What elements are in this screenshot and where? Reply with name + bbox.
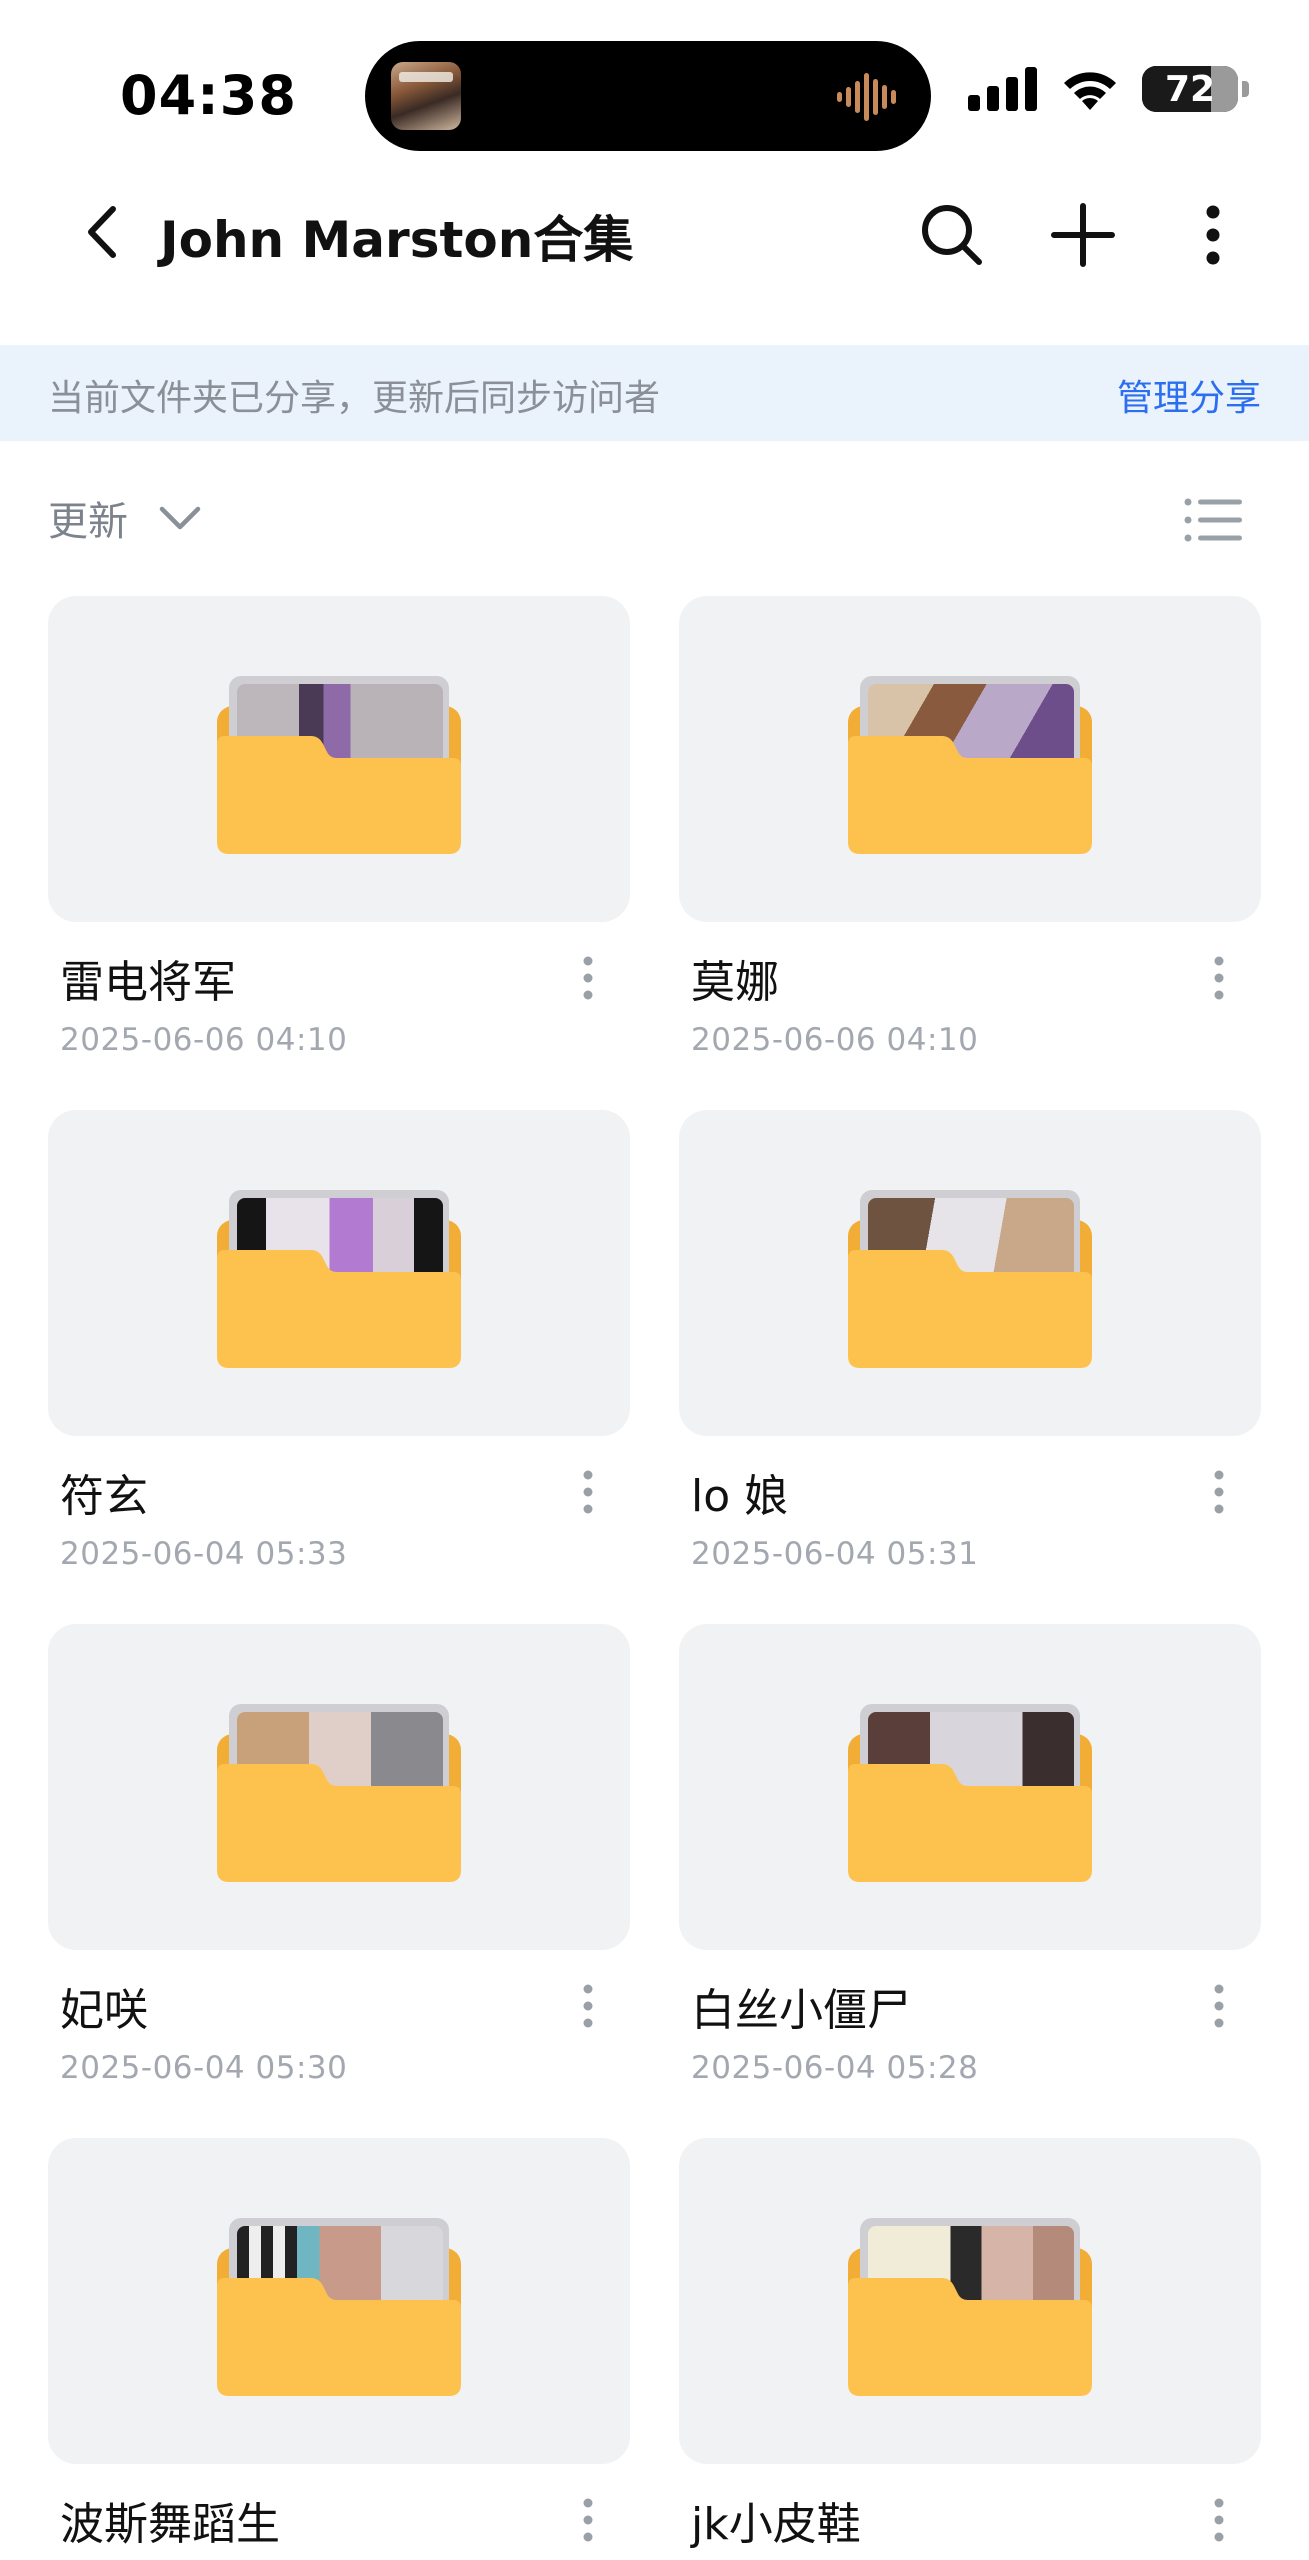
battery-percentage: 72 (1164, 68, 1216, 110)
folder-more-button[interactable] (568, 950, 608, 1006)
chevron-down-icon (159, 506, 201, 530)
app-screen: 04:38 72 John Marston合集 当前文件夹已分享，更新后同步访问… (0, 0, 1309, 2560)
folder-more-button[interactable] (1199, 1978, 1239, 2034)
folder-thumbnail[interactable] (679, 2138, 1261, 2464)
folder-date: 2025-06-04 05:31 (691, 1536, 979, 1572)
folder-thumbnail[interactable] (48, 2138, 630, 2464)
folder-name: 白丝小僵尸 (691, 1985, 911, 2036)
folder-more-button[interactable] (568, 1978, 608, 2034)
folder-name: 波斯舞蹈生 (60, 2499, 280, 2550)
folder-thumbnail[interactable] (48, 596, 630, 922)
folder-icon (846, 2206, 1094, 2398)
more-vertical-icon (583, 2498, 593, 2542)
status-time: 04:38 (120, 64, 297, 127)
folder-thumbnail[interactable] (48, 1624, 630, 1950)
dynamic-island[interactable] (365, 41, 931, 151)
folder-date: 2025-06-06 04:10 (60, 1022, 348, 1058)
back-button[interactable] (70, 195, 134, 269)
now-playing-album-art[interactable] (391, 62, 461, 130)
folder-more-button[interactable] (1199, 1464, 1239, 1520)
folder-card[interactable]: 白丝小僵尸 2025-06-04 05:28 (679, 1624, 1261, 2138)
back-chevron-icon (88, 206, 116, 258)
folder-card[interactable]: lo 娘 2025-06-04 05:31 (679, 1110, 1261, 1624)
folder-icon (846, 1178, 1094, 1370)
cellular-signal-icon (968, 67, 1037, 111)
add-button[interactable] (1038, 190, 1128, 280)
folder-name: lo 娘 (691, 1471, 789, 1522)
folder-card[interactable]: 莫娜 2025-06-06 04:10 (679, 596, 1261, 1110)
folder-icon (215, 1692, 463, 1884)
folder-name: 符玄 (60, 1471, 148, 1522)
sort-dropdown[interactable]: 更新 (48, 488, 202, 548)
wifi-icon (1064, 72, 1116, 110)
search-button[interactable] (907, 190, 997, 280)
folder-icon (215, 2206, 463, 2398)
folder-thumbnail[interactable] (679, 596, 1261, 922)
status-indicators: 72 (968, 66, 1249, 112)
folder-thumbnail[interactable] (679, 1110, 1261, 1436)
folder-card[interactable]: jk小皮鞋 (679, 2138, 1261, 2560)
folder-name: jk小皮鞋 (691, 2499, 861, 2550)
folder-name: 莫娜 (691, 957, 779, 1008)
more-vertical-icon (1214, 1984, 1224, 2028)
more-options-button[interactable] (1168, 190, 1258, 280)
more-vertical-icon (1206, 205, 1220, 265)
folder-card[interactable]: 波斯舞蹈生 (48, 2138, 630, 2560)
folder-date: 2025-06-04 05:28 (691, 2050, 979, 2086)
share-banner-text: 当前文件夹已分享，更新后同步访问者 (48, 378, 661, 419)
more-vertical-icon (1214, 1470, 1224, 1514)
more-vertical-icon (583, 1984, 593, 2028)
more-vertical-icon (1214, 956, 1224, 1000)
more-vertical-icon (583, 1470, 593, 1514)
battery-icon: 72 (1142, 66, 1238, 112)
more-vertical-icon (583, 956, 593, 1000)
folder-name: 妃咲 (60, 1985, 148, 2036)
more-vertical-icon (1214, 2498, 1224, 2542)
folder-card[interactable]: 符玄 2025-06-04 05:33 (48, 1110, 630, 1624)
folder-icon (215, 664, 463, 856)
folder-card[interactable]: 妃咲 2025-06-04 05:30 (48, 1624, 630, 2138)
folder-icon (846, 1692, 1094, 1884)
folder-more-button[interactable] (1199, 2492, 1239, 2548)
share-banner: 当前文件夹已分享，更新后同步访问者 管理分享 (0, 345, 1309, 441)
page-title: John Marston合集 (160, 211, 634, 269)
battery-cap (1242, 81, 1249, 97)
folder-date: 2025-06-04 05:33 (60, 1536, 348, 1572)
folder-more-button[interactable] (568, 1464, 608, 1520)
folder-more-button[interactable] (1199, 950, 1239, 1006)
sort-label: 更新 (48, 499, 128, 545)
manage-share-link[interactable]: 管理分享 (1117, 369, 1261, 421)
folder-icon (846, 664, 1094, 856)
folder-date: 2025-06-04 05:30 (60, 2050, 348, 2086)
folder-thumbnail[interactable] (679, 1624, 1261, 1950)
audio-waveform-icon (837, 73, 896, 121)
folder-date: 2025-06-06 04:10 (691, 1022, 979, 1058)
list-view-toggle[interactable] (1181, 490, 1245, 550)
folder-card[interactable]: 雷电将军 2025-06-06 04:10 (48, 596, 630, 1110)
folder-thumbnail[interactable] (48, 1110, 630, 1436)
folder-more-button[interactable] (568, 2492, 608, 2548)
plus-icon (1051, 203, 1115, 267)
folder-grid: 雷电将军 2025-06-06 04:10 莫娜 2025-06-06 04:1… (48, 596, 1261, 2560)
folder-icon (215, 1178, 463, 1370)
list-view-icon (1184, 498, 1242, 542)
search-icon (922, 205, 982, 265)
folder-name: 雷电将军 (60, 957, 236, 1008)
